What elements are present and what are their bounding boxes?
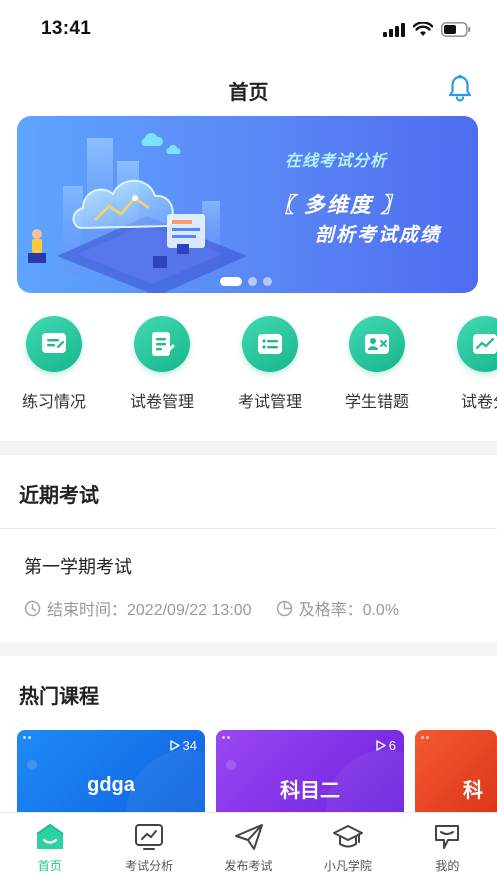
quick-action-label: 学生错题 (344, 394, 409, 411)
exam-pass-rate: 及格率：0.0% (298, 602, 400, 619)
tab-exam-analysis[interactable]: 考试分析 (99, 813, 198, 883)
chart-icon (131, 821, 167, 853)
tab-label: 小凡学院 (323, 859, 372, 873)
quick-action-exam[interactable]: 考试管理 (225, 316, 315, 412)
exam-end-time: 结束时间：2022/09/22 13:00 (47, 602, 252, 619)
carousel-dot[interactable] (248, 277, 257, 286)
exam-list-icon (242, 316, 298, 372)
carousel-dot[interactable] (220, 277, 242, 286)
status-bar: 13:41 (0, 0, 497, 60)
send-icon (231, 821, 267, 853)
tab-label: 首页 (37, 859, 62, 873)
paper-edit-icon (134, 316, 190, 372)
exam-name: 第一学期考试 (24, 557, 132, 577)
quick-action-label: 试卷分 (460, 394, 497, 411)
exam-meta: 结束时间：2022/09/22 13:00 及格率：0.0% (24, 596, 399, 620)
tab-mine[interactable]: 我的 (398, 813, 497, 883)
tab-home[interactable]: 首页 (0, 813, 99, 883)
bell-icon[interactable] (447, 74, 473, 102)
graduation-cap-icon (330, 821, 366, 853)
divider (0, 528, 497, 529)
quick-action-practice[interactable]: 练习情况 (9, 316, 99, 412)
battery-icon (441, 22, 471, 37)
signal-icon (383, 22, 405, 37)
quick-action-student-errors[interactable]: 学生错题 (332, 316, 422, 412)
status-icons (383, 22, 471, 37)
home-icon (32, 821, 68, 853)
tab-publish-exam[interactable]: 发布考试 (199, 813, 298, 883)
quick-action-label: 考试管理 (237, 394, 302, 411)
tab-label: 我的 (435, 859, 460, 873)
tab-label: 发布考试 (224, 859, 273, 873)
wifi-icon (413, 22, 433, 36)
student-error-icon (349, 316, 405, 372)
play-icon (169, 740, 180, 751)
profile-icon (429, 821, 465, 853)
quick-action-paper[interactable]: 试卷管理 (117, 316, 207, 412)
practice-icon (26, 316, 82, 372)
course-video-count: 6 (376, 738, 396, 753)
carousel-dot[interactable] (263, 277, 272, 286)
course-title: 科 (463, 780, 483, 802)
status-time: 13:41 (41, 18, 92, 39)
banner-headline-1: 〖 多维度 〗 (273, 194, 404, 217)
tab-academy[interactable]: 小凡学院 (298, 813, 397, 883)
quick-actions: 练习情况 试卷管理 考试管理 学生错题 试卷分 (0, 316, 497, 416)
course-video-count: 34 (169, 738, 197, 753)
course-title: gdga (87, 774, 135, 796)
banner-carousel[interactable]: 在线考试分析 〖 多维度 〗 剖析考试成绩 (17, 116, 478, 293)
banner-illustration (28, 132, 247, 293)
quick-action-label: 试卷管理 (129, 394, 194, 411)
section-divider (0, 642, 497, 656)
banner-subtitle: 在线考试分析 (285, 153, 388, 170)
clock-icon (24, 600, 41, 616)
recent-exams-title: 近期考试 (19, 485, 99, 507)
pie-icon (276, 600, 292, 616)
play-icon (376, 740, 386, 751)
course-title: 科目二 (280, 780, 340, 802)
quick-action-paper-analysis[interactable]: 试卷分 (440, 316, 497, 412)
carousel-indicator[interactable] (220, 277, 272, 286)
quick-action-label: 练习情况 (21, 394, 86, 411)
tab-label: 考试分析 (125, 859, 174, 873)
section-divider (0, 441, 497, 455)
hot-courses-title: 热门课程 (19, 686, 99, 708)
tab-bar: 首页 考试分析 发布考试 小凡学院 我的 (0, 812, 497, 883)
banner-headline-2: 剖析考试成绩 (315, 225, 442, 246)
paper-analysis-icon (457, 316, 497, 372)
page-title: 首页 (228, 82, 269, 104)
nav-bar: 首页 (0, 60, 497, 116)
